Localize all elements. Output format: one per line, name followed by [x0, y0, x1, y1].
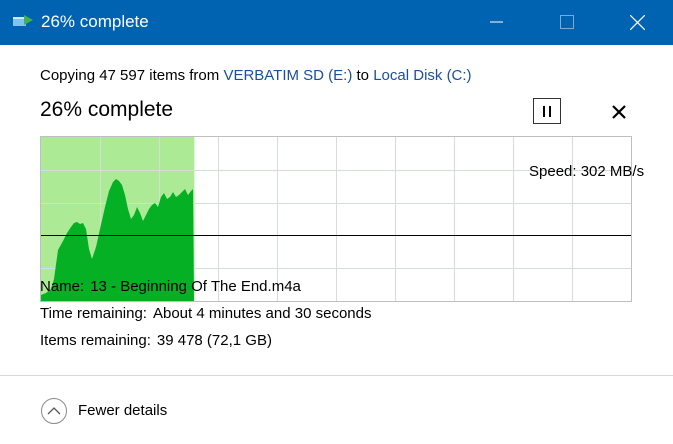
speed-label: Speed: 302 MB/s [529, 163, 645, 180]
name-value: 13 - Beginning Of The End.m4a [90, 278, 301, 295]
close-icon [612, 105, 626, 119]
destination-link[interactable]: Local Disk (C:) [373, 67, 471, 84]
maximize-icon [560, 15, 574, 29]
copy-connector: to [356, 67, 370, 84]
cancel-button[interactable] [610, 103, 628, 121]
fewer-details-label: Fewer details [78, 402, 168, 419]
time-remaining-value: About 4 minutes and 30 seconds [152, 305, 372, 322]
chevron-up-circle-icon [41, 398, 67, 424]
pause-icon [543, 106, 551, 117]
copy-prefix: Copying 47 597 items from [40, 67, 220, 84]
maximize-button[interactable] [544, 0, 590, 45]
copy-summary: Copying 47 597 items from VERBATIM SD (E… [40, 66, 472, 86]
progress-panel: Copying 47 597 items from VERBATIM SD (E… [0, 45, 673, 375]
source-link[interactable]: VERBATIM SD (E:) [223, 67, 352, 84]
window-title: 26% complete [41, 12, 149, 31]
window-close-button[interactable] [614, 0, 660, 45]
minimize-button[interactable] [474, 0, 520, 45]
title-bar: 26% complete [0, 0, 673, 45]
time-remaining-label: Time remaining: [40, 305, 147, 322]
dialog-footer: Fewer details [0, 375, 673, 444]
items-remaining-label: Items remaining: [40, 332, 151, 349]
detail-name: Name: 13 - Beginning Of The End.m4a [40, 277, 301, 297]
close-icon [630, 15, 645, 30]
items-remaining-value: 39 478 (72,1 GB) [156, 332, 272, 349]
detail-items-remaining: Items remaining: 39 478 (72,1 GB) [40, 331, 272, 351]
name-label: Name: [40, 278, 85, 295]
copy-transfer-icon [13, 14, 33, 28]
percent-complete: 26% complete [40, 98, 174, 121]
minimize-icon [490, 21, 503, 23]
pause-button[interactable] [533, 98, 561, 124]
detail-time-remaining: Time remaining: About 4 minutes and 30 se… [40, 304, 371, 324]
